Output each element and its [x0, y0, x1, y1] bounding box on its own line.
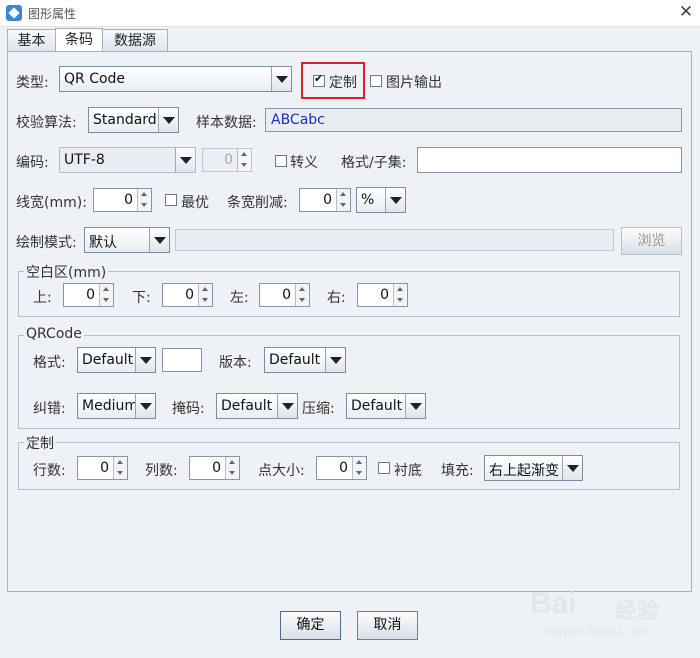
- encoding-select[interactable]: UTF-8: [59, 147, 196, 173]
- qr-version-select[interactable]: Default: [264, 347, 346, 373]
- draw-mode-select[interactable]: 默认: [84, 227, 170, 253]
- ok-button[interactable]: 确定: [280, 611, 341, 640]
- close-icon[interactable]: ✕: [676, 2, 696, 22]
- qr-ec-select[interactable]: Medium: [77, 393, 156, 419]
- qr-version-label: 版本:: [219, 355, 252, 371]
- escape-checkbox[interactable]: [275, 155, 287, 167]
- escape-label: 转义: [290, 155, 318, 171]
- title-bar: [0, 0, 700, 27]
- rows-spinner[interactable]: 0: [77, 456, 128, 480]
- chevron-down-icon: [158, 108, 178, 132]
- sample-data-field[interactable]: ABCabc: [265, 108, 682, 132]
- chevron-down-icon: [135, 348, 155, 372]
- chevron-down-icon: [271, 67, 291, 91]
- format-subset-label: 格式/子集:: [341, 155, 407, 171]
- encoding-spinner[interactable]: 0: [202, 148, 252, 172]
- chevron-down-icon: [325, 348, 345, 372]
- blank-bottom-spinner[interactable]: 0: [162, 283, 213, 307]
- bar-reduce-spinner[interactable]: 0: [299, 188, 351, 212]
- custom-checkbox[interactable]: [313, 72, 325, 87]
- cancel-button[interactable]: 取消: [357, 611, 418, 640]
- blank-top-spinner[interactable]: 0: [63, 283, 114, 307]
- qr-format-label: 格式:: [33, 355, 66, 371]
- draw-mode-path-field[interactable]: [175, 229, 614, 251]
- window-title: 图形属性: [28, 7, 77, 21]
- chevron-down-icon: [562, 456, 582, 480]
- check-algorithm-select[interactable]: Standard: [88, 107, 179, 133]
- qr-format-input[interactable]: [162, 348, 202, 372]
- watermark-bai: Bai: [530, 587, 577, 620]
- blank-top-label: 上:: [33, 290, 52, 306]
- watermark-url: jingyan.baidu.com: [540, 624, 651, 638]
- fill-select[interactable]: 右上起渐变: [484, 455, 583, 481]
- type-label: 类型:: [16, 75, 49, 91]
- watermark-jingyan: 经验: [615, 599, 660, 624]
- blank-left-spinner[interactable]: 0: [259, 283, 310, 307]
- fill-label: 填充:: [441, 463, 474, 479]
- bar-reduce-label: 条宽削减:: [227, 195, 288, 211]
- blank-right-label: 右:: [327, 290, 346, 306]
- optimal-label: 最优: [181, 195, 209, 211]
- check-algorithm-label: 校验算法:: [16, 115, 77, 131]
- qr-compress-select[interactable]: Default: [346, 393, 426, 419]
- blank-right-spinner[interactable]: 0: [357, 283, 408, 307]
- optimal-checkbox[interactable]: [165, 194, 177, 206]
- chevron-down-icon: [277, 394, 297, 418]
- rows-label: 行数:: [33, 463, 66, 479]
- qrcode-group-title: QRCode: [24, 326, 84, 342]
- dot-size-label: 点大小:: [258, 463, 305, 479]
- format-subset-input[interactable]: [417, 147, 682, 173]
- qr-mask-select[interactable]: Default: [216, 393, 298, 419]
- tab-datasource[interactable]: 数据源: [102, 29, 168, 52]
- chevron-down-icon: [149, 228, 169, 252]
- qr-ec-label: 纠错:: [33, 401, 66, 417]
- blank-left-label: 左:: [230, 290, 249, 306]
- draw-mode-label: 绘制模式:: [16, 235, 77, 251]
- browse-button[interactable]: 浏览: [621, 227, 682, 255]
- custom-label: 定制: [329, 75, 357, 91]
- qr-mask-label: 掩码:: [172, 401, 205, 417]
- image-output-checkbox[interactable]: [370, 75, 382, 87]
- chevron-down-icon: [175, 148, 195, 172]
- qr-compress-label: 压缩:: [302, 401, 335, 417]
- sample-data-label: 样本数据:: [196, 115, 257, 131]
- custom-group-title: 定制: [24, 433, 56, 453]
- blank-area-group: [18, 271, 680, 317]
- dot-size-spinner[interactable]: 0: [316, 456, 367, 480]
- tab-barcode[interactable]: 条码: [55, 28, 103, 53]
- chevron-down-icon: [405, 394, 425, 418]
- type-select[interactable]: QR Code: [59, 66, 292, 92]
- reduce-unit-select[interactable]: %: [356, 187, 406, 213]
- background-label: 衬底: [394, 463, 422, 479]
- chevron-down-icon: [135, 394, 155, 418]
- qr-format-select[interactable]: Default: [77, 347, 156, 373]
- tab-basic[interactable]: 基本: [7, 29, 56, 52]
- line-width-label: 线宽(mm):: [16, 195, 87, 211]
- chevron-down-icon: [385, 188, 405, 212]
- background-checkbox[interactable]: [378, 462, 390, 474]
- line-width-spinner[interactable]: 0: [93, 188, 152, 212]
- cols-label: 列数:: [145, 463, 178, 479]
- cols-spinner[interactable]: 0: [189, 456, 240, 480]
- image-output-label: 图片输出: [386, 75, 442, 91]
- blank-bottom-label: 下:: [132, 290, 151, 306]
- app-icon: [6, 5, 22, 21]
- encoding-label: 编码:: [16, 155, 49, 171]
- blank-area-title: 空白区(mm): [24, 262, 109, 282]
